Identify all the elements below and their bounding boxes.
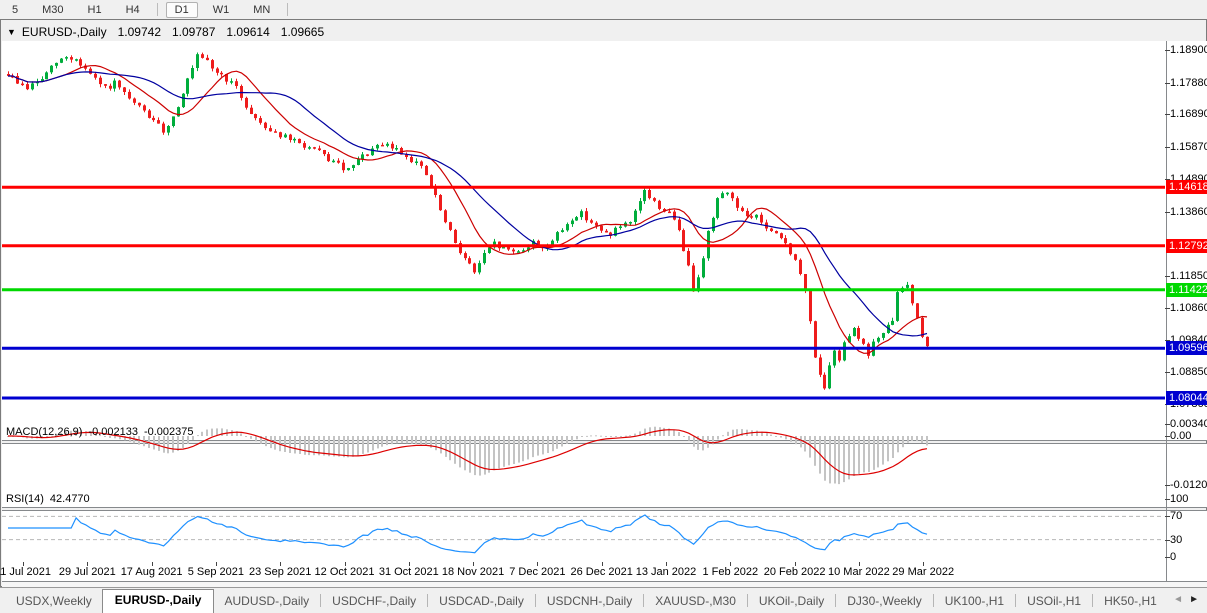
macd-value-1: -0.002133 <box>88 426 138 438</box>
ma-slow-line <box>8 72 927 336</box>
macd-axis-label: 0.003408 <box>1170 418 1207 430</box>
tab-xauusd-m30[interactable]: XAUUSD-,M30 <box>645 591 746 613</box>
y-axis-tick-label: 1.16890 <box>1170 108 1207 120</box>
price-level-badge-1.12792: 1.12792 <box>1166 239 1207 253</box>
macd-label-name: MACD(12,26,9) <box>6 426 82 438</box>
price-level-badge-1.09596: 1.09596 <box>1166 341 1207 355</box>
tab-divider <box>643 594 644 607</box>
price-level-badge-1.11422: 1.11422 <box>1166 283 1207 297</box>
tab-uk100-h1[interactable]: UK100-,H1 <box>935 591 1014 613</box>
tabs-prev-arrow-icon[interactable]: ◄ <box>1173 594 1183 605</box>
tab-ukoil-daily[interactable]: UKOil-,Daily <box>749 591 834 613</box>
rsi-label: RSI(14) 42.4770 <box>6 493 90 505</box>
y-axis-tick-label: 1.17880 <box>1170 77 1207 89</box>
date-label: 29 Mar 2022 <box>878 566 968 578</box>
symbol-tab-bar: USDX,WeeklyEURUSD-,DailyAUDUSD-,DailyUSD… <box>0 587 1207 613</box>
chart-title-symbol: EURUSD-,Daily <box>22 25 107 39</box>
y-axis-tick-label: 1.13860 <box>1170 206 1207 218</box>
tab-divider <box>535 594 536 607</box>
tab-usdcad-daily[interactable]: USDCAD-,Daily <box>429 591 534 613</box>
tab-divider <box>835 594 836 607</box>
tab-divider <box>933 594 934 607</box>
ohlc-open: 1.09742 <box>118 25 161 39</box>
tab-divider <box>427 594 428 607</box>
tab-divider <box>1015 594 1016 607</box>
rsi-line <box>8 515 927 553</box>
tab-eurusd-daily[interactable]: EURUSD-,Daily <box>102 589 215 613</box>
ohlc-close: 1.09665 <box>281 25 324 39</box>
tab-usdx-weekly[interactable]: USDX,Weekly <box>6 591 102 613</box>
tab-divider <box>747 594 748 607</box>
y-axis-tick-label: 1.15870 <box>1170 141 1207 153</box>
rsi-gridlines <box>2 516 1164 539</box>
price-chart-canvas[interactable] <box>0 0 1207 613</box>
ohlc-high: 1.09787 <box>172 25 215 39</box>
candles-group <box>7 53 929 390</box>
y-axis-tick-label: 1.11850 <box>1170 270 1207 282</box>
rsi-axis-label: 30 <box>1170 534 1182 546</box>
tab-usdcnh-daily[interactable]: USDCNH-,Daily <box>537 591 642 613</box>
chart-title: ▼ EURUSD-,Daily 1.09742 1.09787 1.09614 … <box>7 25 324 39</box>
rsi-axis-label: 100 <box>1170 493 1188 505</box>
price-level-badge-1.08044: 1.08044 <box>1166 391 1207 405</box>
tabs-next-arrow-icon[interactable]: ► <box>1189 594 1199 605</box>
y-axis-tick-label: 1.10860 <box>1170 302 1207 314</box>
rsi-value: 42.4770 <box>50 493 90 505</box>
macd-axis-label: -0.012058 <box>1170 479 1207 491</box>
mt4-window: 5M30H1H4D1W1MN ▼ EURUSD-,Daily 1.09742 1… <box>0 0 1207 613</box>
symbol-dropdown-arrow-icon[interactable]: ▼ <box>7 27 16 37</box>
rsi-label-name: RSI(14) <box>6 493 44 505</box>
rsi-axis-label: 0 <box>1170 551 1176 563</box>
tab-divider <box>320 594 321 607</box>
tab-usoil-h1[interactable]: USOil-,H1 <box>1017 591 1091 613</box>
tab-audusd-daily[interactable]: AUDUSD-,Daily <box>214 591 319 613</box>
y-axis-tick-label: 1.08850 <box>1170 366 1207 378</box>
macd-value-2: -0.002375 <box>144 426 194 438</box>
tab-dj30-weekly[interactable]: DJ30-,Weekly <box>837 591 931 613</box>
macd-label: MACD(12,26,9) -0.002133 -0.002375 <box>6 426 194 438</box>
y-axis-tick-label: 1.18900 <box>1170 44 1207 56</box>
tab-hk50-h1[interactable]: HK50-,H1 <box>1094 591 1167 613</box>
rsi-axis-label: 70 <box>1170 510 1182 522</box>
tab-usdchf-daily[interactable]: USDCHF-,Daily <box>322 591 426 613</box>
ohlc-low: 1.09614 <box>226 25 269 39</box>
macd-axis-label: 0.00 <box>1170 430 1191 442</box>
price-level-badge-1.14618: 1.14618 <box>1166 180 1207 194</box>
tab-divider <box>1092 594 1093 607</box>
